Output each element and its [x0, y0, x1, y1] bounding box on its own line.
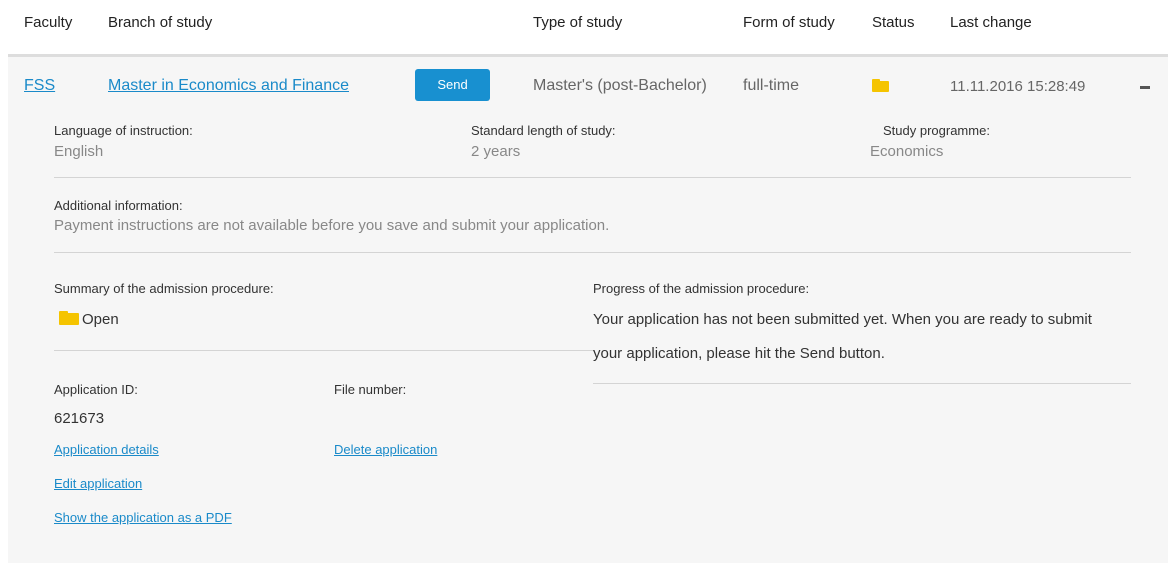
language-value: English: [54, 143, 104, 160]
summary-value: Open: [82, 311, 119, 328]
application-id-label: Application ID:: [54, 382, 138, 397]
progress-text-line2: your application, please hit the Send bu…: [593, 345, 885, 362]
show-pdf-link[interactable]: Show the application as a PDF: [54, 510, 232, 525]
column-header-branch: Branch of study: [108, 14, 213, 31]
additional-info-label: Additional information:: [54, 198, 183, 213]
column-header-status: Status: [872, 14, 915, 31]
type-of-study: Master's (post-Bachelor): [533, 77, 707, 94]
last-change-value: 11.11.2016 15:28:49: [950, 78, 1086, 95]
delete-application-link[interactable]: Delete application: [334, 442, 437, 457]
file-number-label: File number:: [334, 382, 407, 397]
programme-label: Study programme:: [883, 123, 990, 138]
language-label: Language of instruction:: [54, 123, 193, 138]
application-id-value: 621673: [54, 410, 105, 427]
divider: [54, 252, 1131, 253]
divider: [54, 177, 1131, 178]
length-label: Standard length of study:: [471, 123, 616, 138]
minus-icon[interactable]: [1140, 86, 1150, 89]
divider: [54, 350, 594, 351]
branch-link[interactable]: Master in Economics and Finance: [108, 77, 349, 95]
folder-icon: [872, 79, 889, 92]
column-header-last-change: Last change: [950, 14, 1032, 31]
application-details-link[interactable]: Application details: [54, 442, 159, 457]
divider: [593, 383, 1131, 384]
column-header-faculty: Faculty: [24, 14, 73, 31]
additional-info-value: Payment instructions are not available b…: [54, 217, 610, 234]
column-header-type: Type of study: [533, 14, 623, 31]
faculty-link[interactable]: FSS: [24, 77, 55, 95]
progress-text-line1: Your application has not been submitted …: [593, 311, 1092, 328]
column-header-form: Form of study: [743, 14, 835, 31]
length-value: 2 years: [471, 143, 521, 160]
progress-label: Progress of the admission procedure:: [593, 281, 810, 296]
send-button[interactable]: Send: [415, 69, 490, 101]
summary-label: Summary of the admission procedure:: [54, 281, 274, 296]
folder-icon: [59, 311, 79, 325]
programme-value: Economics: [870, 143, 944, 160]
edit-application-link[interactable]: Edit application: [54, 476, 142, 491]
form-of-study: full-time: [743, 77, 800, 94]
